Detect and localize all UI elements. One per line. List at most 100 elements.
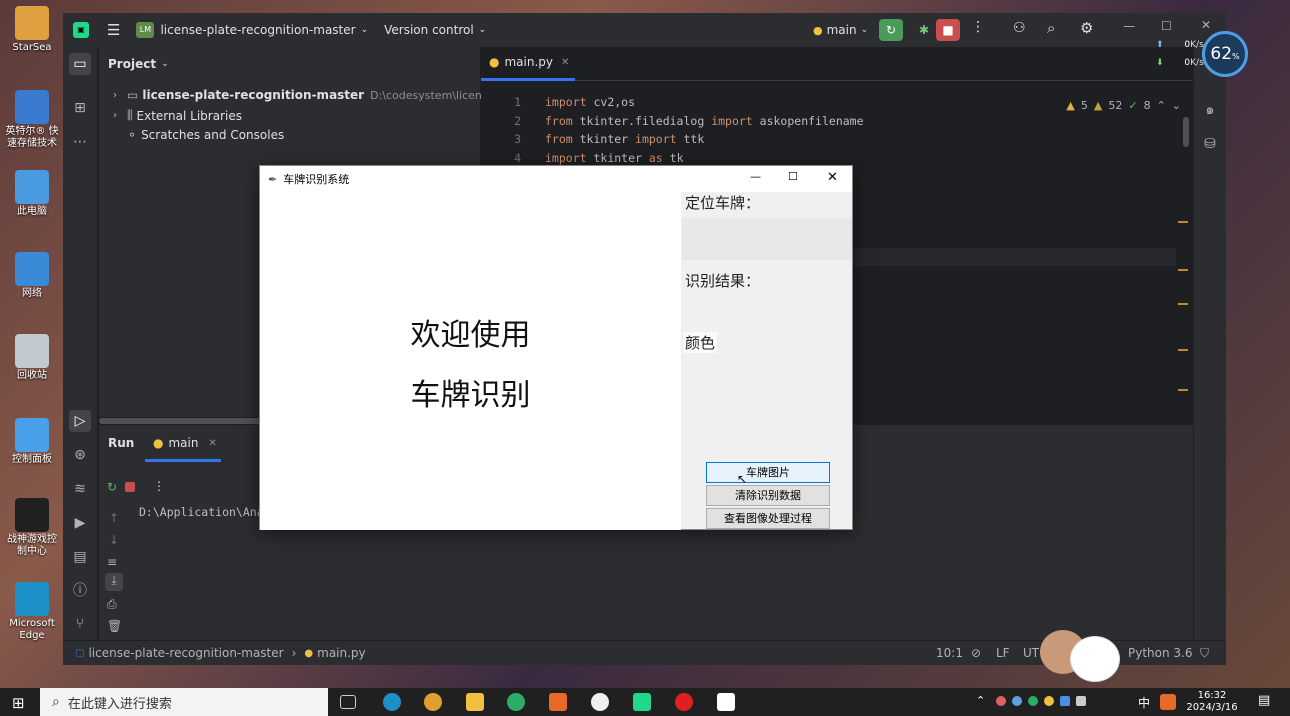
desktop-icon[interactable]: Microsoft Edge: [4, 582, 60, 642]
taskbar-search-box[interactable]: ⌕ 在此键入进行搜索: [40, 688, 328, 716]
plate-image-button[interactable]: 车牌图片: [706, 462, 830, 483]
tree-item-scratches[interactable]: ⚬ Scratches and Consoles: [127, 128, 284, 142]
sogou-icon[interactable]: [1160, 694, 1176, 710]
result-label: 识别结果：: [685, 272, 761, 290]
line-separator[interactable]: LF: [996, 646, 1010, 660]
chevron-down-icon: ⌄: [360, 25, 369, 35]
module-icon: ▢: [75, 647, 85, 659]
desktop-icon[interactable]: 回收站: [4, 334, 60, 382]
g-app-icon[interactable]: [549, 693, 567, 711]
clock-date: 2024/3/16: [1186, 702, 1238, 713]
minimize-icon[interactable]: —: [750, 170, 761, 183]
tray-icons[interactable]: [996, 696, 1116, 708]
chrome-icon[interactable]: [424, 693, 442, 711]
desktop-icon-image: [15, 6, 49, 40]
lock-icon[interactable]: ⛉: [1200, 646, 1209, 661]
interpreter[interactable]: Python 3.6: [1128, 646, 1193, 660]
database-icon[interactable]: ⛁: [1199, 133, 1221, 155]
structure-icon[interactable]: ⊞: [69, 97, 91, 119]
tray-up-icon[interactable]: ⌃: [976, 694, 985, 707]
trash-icon[interactable]: 🗑: [107, 619, 122, 633]
stop-icon[interactable]: [125, 482, 135, 492]
upload-speed: ⬆ 0K/s: [1156, 40, 1204, 50]
editor-scrollbar[interactable]: [1183, 117, 1189, 147]
run-tool-icon[interactable]: ▷: [69, 410, 91, 432]
feather-icon: ✒: [268, 172, 278, 186]
soft-wrap-icon[interactable]: ≡: [107, 555, 117, 569]
console-output[interactable]: D:\Application\Ana: [139, 505, 264, 519]
git-icon[interactable]: ⑂: [69, 613, 91, 635]
edge-icon[interactable]: [383, 693, 401, 711]
maximize-icon[interactable]: ☐: [1161, 19, 1172, 33]
add-user-icon[interactable]: ⚇: [1013, 20, 1026, 36]
folder-icon[interactable]: ▭: [69, 53, 91, 75]
project-switcher[interactable]: LM license-plate-recognition-master ⌄: [136, 22, 368, 38]
more-icon[interactable]: ⋮: [153, 479, 165, 493]
debug-icon[interactable]: ✱: [913, 19, 935, 41]
project-panel-title: Project: [108, 57, 157, 71]
ime-indicator[interactable]: 中: [1138, 694, 1150, 711]
close-tab-icon[interactable]: ✕: [208, 438, 216, 449]
wechat-icon[interactable]: [507, 693, 525, 711]
desktop-icon-label: 回收站: [17, 370, 47, 381]
search-icon[interactable]: ⌕: [1047, 19, 1055, 37]
more-tools-icon[interactable]: ⋯: [69, 131, 91, 153]
right-toolbar: ๑ ⛁: [1193, 47, 1226, 640]
branch-name: main: [826, 23, 857, 37]
clear-data-button[interactable]: 清除识别数据: [706, 485, 830, 506]
up-icon[interactable]: ↑: [109, 511, 119, 525]
desktop-icon[interactable]: 控制面板: [4, 418, 60, 466]
pycharm-taskbar-icon[interactable]: [633, 693, 651, 711]
stop-button[interactable]: ■: [936, 19, 960, 41]
desktop-icon[interactable]: 战神游戏控制中心: [4, 498, 60, 558]
branch-selector[interactable]: ● main ⌄: [813, 23, 868, 37]
layers-icon[interactable]: ≋: [69, 478, 91, 500]
code-token: askopenfilename: [752, 113, 864, 128]
desktop-icon-label: Microsoft Edge: [9, 618, 55, 641]
vcs-menu[interactable]: Version control ⌄: [384, 23, 486, 37]
chevron-down-icon: ⌄: [860, 25, 869, 35]
qq-icon[interactable]: [591, 693, 609, 711]
tree-item-project-root[interactable]: › ▭ license-plate-recognition-master D:\…: [113, 88, 519, 102]
desktop-icon[interactable]: StarSea: [4, 6, 60, 54]
task-view-icon[interactable]: [340, 695, 356, 709]
tree-item-label: External Libraries: [136, 108, 242, 123]
problems-icon[interactable]: ⓘ: [69, 580, 91, 602]
minimize-icon[interactable]: —: [1123, 19, 1135, 33]
more-icon[interactable]: ⋮: [971, 19, 985, 35]
terminal-icon[interactable]: ▤: [69, 546, 91, 568]
tk-titlebar: ✒ 车牌识别系统 — ☐ ✕: [260, 166, 852, 192]
rerun-button[interactable]: ↻: [879, 19, 903, 41]
cursor-position[interactable]: 10:1: [936, 646, 963, 660]
ai-assistant-icon[interactable]: ๑: [1199, 99, 1221, 121]
down-icon[interactable]: ↓: [109, 533, 119, 547]
close-tab-icon[interactable]: ✕: [561, 57, 569, 68]
main-menu-icon[interactable]: ☰: [107, 21, 120, 39]
maximize-icon[interactable]: ☐: [788, 170, 798, 183]
desktop-icon[interactable]: 英特尔® 快速存储技术: [4, 90, 60, 150]
tk-app-taskbar-icon[interactable]: [717, 693, 735, 711]
clock[interactable]: 16:32 2024/3/16: [1186, 690, 1238, 714]
tree-item-external-libraries[interactable]: › ⫼ External Libraries: [113, 108, 242, 123]
scroll-end-icon[interactable]: ⤓: [105, 573, 123, 591]
recorder-icon[interactable]: [675, 693, 693, 711]
gear-icon[interactable]: ⚙: [1080, 19, 1093, 37]
view-process-button[interactable]: 查看图像处理过程: [706, 508, 830, 529]
network-speed-widget[interactable]: ⬆ 0K/s ⬇ 0K/s 62%: [1150, 31, 1250, 77]
desktop-icon[interactable]: 网络: [4, 252, 60, 300]
project-panel-header[interactable]: Project ⌄: [108, 57, 169, 71]
close-icon[interactable]: ✕: [1201, 18, 1211, 32]
editor-tab-main[interactable]: ● main.py ✕: [489, 55, 569, 69]
desktop-icon[interactable]: 此电脑: [4, 170, 60, 218]
run-tab-main[interactable]: ● main ✕: [153, 436, 217, 450]
rerun-icon[interactable]: ↻: [107, 480, 117, 494]
close-icon[interactable]: ✕: [827, 170, 838, 185]
breadcrumb-file[interactable]: main.py: [317, 646, 366, 660]
notification-icon[interactable]: ▤: [1258, 693, 1270, 708]
breadcrumb-project[interactable]: license-plate-recognition-master: [88, 646, 283, 660]
python-packages-icon[interactable]: ⊛: [69, 444, 91, 466]
print-icon[interactable]: ⎙: [107, 597, 117, 612]
windows-start-icon[interactable]: ⊞: [12, 694, 25, 712]
file-explorer-icon[interactable]: [466, 693, 484, 711]
services-icon[interactable]: ▶: [69, 512, 91, 534]
